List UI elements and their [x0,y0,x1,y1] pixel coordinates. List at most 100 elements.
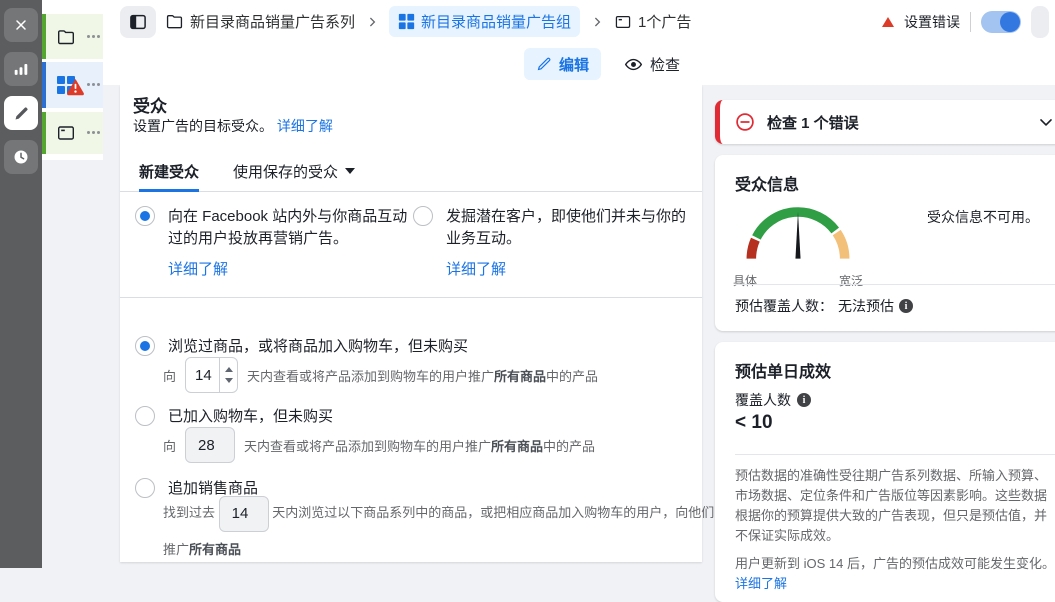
error-banner[interactable]: 检查 1 个错误 [715,100,1055,144]
gauge-needle [795,212,800,259]
bar-chart-icon [12,60,30,78]
panel-collapse-icon [128,12,148,32]
reach-label: 预估覆盖人数： [735,296,833,316]
audience-gauge: 具体 宽泛 [733,195,863,289]
reach-value: 无法预估 [838,296,894,316]
option-upsell-settings: 找到过去 天内浏览过以下商品系列中的商品，或把相应商品加入购物车的用户，向他们推… [163,495,719,568]
learn-more-link[interactable]: 详细了解 [277,118,333,134]
breadcrumb-adset-label: 新目录商品销量广告组 [421,11,571,32]
disclaimer-text: 预估数据的准确性受往期广告系列数据、所输入预算、市场数据、定位条件和广告版位等因… [735,466,1055,546]
radio-viewed-or-carted[interactable] [135,336,155,356]
chevron-right-icon [589,14,605,30]
card-title: 受众信息 [735,171,799,195]
more-options-icon[interactable] [87,35,100,38]
reach-label: 覆盖人数 [735,390,791,410]
folder-icon [56,27,76,47]
option-viewed-settings: 向 天内查看或将产品添加到购物车的用户推广所有商品中的产品 [163,357,598,393]
radio-retargeting[interactable] [135,206,155,226]
pencil-icon [13,105,30,122]
radio-upsell[interactable] [135,478,155,498]
clock-icon [12,148,30,166]
adset-status-toggle[interactable] [981,11,1021,33]
audience-definition-card: 受众信息 具体 宽泛 受众信息不可用。 预估覆盖人数： 无法预估 [715,155,1055,331]
adset-grid-icon [398,13,415,30]
gauge-dial [733,195,863,265]
learn-more-link[interactable]: 详细了解 [446,259,506,281]
days-input-disabled [219,496,269,532]
collapse-panel-button[interactable] [120,6,156,38]
breadcrumb-ad[interactable]: 1个广告 [614,11,691,32]
review-button[interactable]: 检查 [614,48,690,80]
learn-more-link[interactable]: 详细了解 [735,576,787,591]
divider [735,454,1055,455]
cutoff-button[interactable] [1031,6,1049,38]
more-options-icon[interactable] [87,131,100,134]
subtitle-text: 设置广告的目标受众。 [133,118,273,134]
daily-estimate-card: 预估单日成效 覆盖人数 < 10 预估数据的准确性受往期广告系列数据、所输入预算… [715,342,1055,602]
option-desc: 天内查看或将产品添加到购物车的用户推广所有商品中的产品 [247,366,598,385]
audience-info-unavailable: 受众信息不可用。 [927,207,1049,228]
arrow-up-icon [225,367,233,372]
option-label: 已加入购物车，但未购买 [168,405,333,426]
adset-grid-icon [56,75,76,95]
info-icon[interactable] [899,299,913,313]
breadcrumb: 新目录商品销量广告系列 新目录商品销量广告组 1个广告 [120,0,691,43]
days-prefix: 找到过去 [163,505,215,520]
ad-frame-icon [614,13,632,31]
strategy-retargeting: 向在 Facebook 站内外与你商品互动过的用户投放再营销广告。 详细了解 [135,206,413,280]
tree-item-adset-active[interactable] [42,62,103,108]
edit-button-label: 编辑 [559,54,589,75]
stepper-arrows[interactable] [219,358,237,392]
top-bar: 新目录商品销量广告系列 新目录商品销量广告组 1个广告 设置错误 [42,0,1055,43]
days-input[interactable] [186,358,219,392]
tree-item-campaign[interactable] [42,14,103,59]
left-rail [0,0,42,568]
days-input [186,437,234,454]
edit-button[interactable]: 编辑 [524,48,601,80]
estimated-reach-row: 预估覆盖人数： 无法预估 [735,296,913,316]
reach-value: < 10 [735,412,773,434]
option-desc: 天内查看或将产品添加到购物车的用户推广所有商品中的产品 [244,436,595,455]
option-carted-settings: 向 天内查看或将产品添加到购物车的用户推广所有商品中的产品 [163,427,595,463]
breadcrumb-adset-active[interactable]: 新目录商品销量广告组 [389,6,580,37]
card-title: 预估单日成效 [735,358,831,382]
retarget-option-carted: 已加入购物车，但未购买 [135,405,333,426]
tab-saved-audience[interactable]: 使用保存的受众 [233,159,355,192]
performance-button[interactable] [4,52,38,86]
divider [970,12,971,32]
history-button[interactable] [4,140,38,174]
days-prefix: 向 [163,366,176,385]
info-icon[interactable] [797,393,811,407]
strategy-prospecting: 发掘潜在客户，即使他们并未与你的业务互动。 详细了解 [413,206,691,280]
estimate-disclaimer: 预估数据的准确性受往期广告系列数据、所输入预算、市场数据、定位条件和广告版位等因… [735,466,1055,594]
pencil-icon [536,56,552,72]
learn-more-link[interactable]: 详细了解 [168,259,228,281]
chevron-down-icon [345,168,355,174]
error-triangle-icon [882,17,894,27]
days-prefix: 向 [163,436,176,455]
setup-error-label[interactable]: 设置错误 [904,12,960,32]
chevron-down-icon[interactable] [1036,112,1055,132]
radio-prospecting[interactable] [413,206,433,226]
topbar-right: 设置错误 [882,0,1049,43]
tab-new-audience[interactable]: 新建受众 [139,159,199,192]
strategy-prospecting-text: 发掘潜在客户，即使他们并未与你的业务互动。 [446,208,686,247]
breadcrumb-campaign[interactable]: 新目录商品销量广告系列 [165,11,355,32]
option-label: 浏览过商品，或将商品加入购物车，但未购买 [168,335,468,356]
days-stepper [185,357,238,393]
divider [735,284,1055,285]
days-input [220,505,268,522]
arrow-down-icon [225,378,233,383]
review-button-label: 检查 [650,54,680,75]
section-title: 受众 [133,92,167,117]
gauge-label-specific: 具体 [733,272,757,289]
close-icon [13,17,29,33]
ad-frame-icon [56,123,76,143]
close-button[interactable] [4,8,38,42]
toggle-knob [1000,12,1020,32]
edit-mode-button[interactable] [4,96,38,130]
radio-added-to-cart[interactable] [135,406,155,426]
warning-triangle-icon [66,77,85,96]
more-options-icon[interactable] [87,83,100,86]
tree-item-ad[interactable] [42,112,103,154]
